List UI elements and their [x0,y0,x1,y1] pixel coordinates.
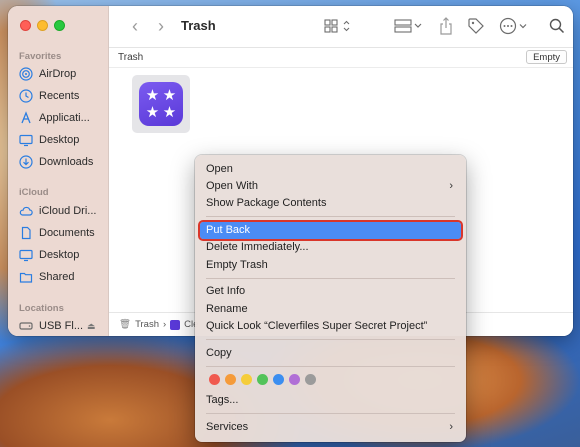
sidebar-item-label: Recents [39,90,80,102]
sidebar-item-label: Downloads [39,156,94,168]
menu-item-tags[interactable]: Tags... [200,392,461,409]
sidebar-section-locations: Locations [19,303,64,314]
menu-separator [206,216,455,217]
cloud-icon [19,204,33,218]
desktop-icon [19,248,33,262]
menu-separator [206,366,455,367]
chevron-right-icon: › [158,16,164,36]
menu-separator [206,339,455,340]
menu-item-open-with[interactable]: Open With › [200,178,461,195]
minimize-button[interactable] [37,20,48,31]
menu-item-put-back[interactable]: Put Back [198,220,463,241]
document-icon [19,226,33,240]
clock-icon [19,89,33,103]
path-separator: › [163,319,167,330]
sidebar-item-shared[interactable]: Shared [19,268,109,286]
menu-separator [206,413,455,414]
tag-color-dot[interactable] [273,374,284,385]
sidebar-item-label: USB Fl... [39,320,84,332]
tag-color-dot[interactable] [305,374,316,385]
sidebar-item-documents[interactable]: Documents [19,224,109,242]
tag-color-dot[interactable] [241,374,252,385]
window-title: Trash [181,18,216,33]
sidebar-item-label: Desktop [39,134,80,146]
sidebar-item-downloads[interactable]: Downloads [19,153,109,171]
menu-item-empty-trash[interactable]: Empty Trash [200,257,461,274]
group-button[interactable] [394,17,424,35]
sidebar-item-label: AirDrop [39,68,77,80]
path-item-trash[interactable]: Trash [135,319,159,330]
tag-color-row [209,374,316,385]
close-button[interactable] [20,20,31,31]
airdrop-icon [19,67,33,81]
menu-item-rename[interactable]: Rename [200,301,461,318]
menu-item-copy[interactable]: Copy [200,345,461,362]
tag-color-dot[interactable] [225,374,236,385]
action-menu-button[interactable] [499,17,529,35]
sidebar-item-desktop[interactable]: Desktop [19,131,109,149]
sidebar-item-label: iCloud Dri... [39,205,97,217]
sidebar-section-favorites: Favorites [19,51,62,62]
tag-color-dot[interactable] [209,374,220,385]
menu-item-get-info[interactable]: Get Info [200,283,461,300]
sidebar-item-usb-drive[interactable]: USB Fl... ⏏ [19,317,109,335]
chevron-right-icon: › [449,180,453,192]
menu-item-show-package-contents[interactable]: Show Package Contents [200,195,461,212]
trash-small-icon: 🗑 [119,319,132,330]
menu-item-open[interactable]: Open [200,161,461,178]
desktop-icon [19,133,33,147]
sidebar-item-applications[interactable]: Applicati... [19,109,109,127]
menu-item-delete-immediately[interactable]: Delete Immediately... [200,239,461,256]
toolbar: ‹ › Trash [109,6,573,48]
ellipsis-circle-icon [499,17,527,35]
grid-view-icon [324,19,350,33]
sidebar: Favorites AirDrop Recents Applicati... D… [8,6,109,336]
tag-color-dot[interactable] [289,374,300,385]
menu-item-services[interactable]: Services › [200,419,461,436]
menu-item-quick-look[interactable]: Quick Look “Cleverfiles Super Secret Pro… [200,318,461,335]
sidebar-item-label: Shared [39,271,75,283]
sidebar-item-icloud-drive[interactable]: iCloud Dri... [19,202,109,220]
context-menu: Open Open With › Show Package Contents P… [195,155,466,442]
sidebar-item-icloud-desktop[interactable]: Desktop [19,246,109,264]
app-icon: ★ ★ ★ ★ [139,82,183,126]
chevron-right-icon: › [449,421,453,433]
view-mode-button[interactable] [324,17,352,35]
drive-icon [19,319,33,333]
group-icon [394,19,422,33]
chevron-left-icon: ‹ [132,16,138,36]
location-label: Trash [118,52,144,63]
menu-separator [206,278,455,279]
download-icon [19,155,33,169]
zoom-button[interactable] [54,20,65,31]
tag-icon [468,18,484,34]
sidebar-item-recents[interactable]: Recents [19,87,109,105]
menu-item-label: Services [206,421,249,433]
location-header: Trash Empty [109,48,573,68]
file-item-selected[interactable]: ★ ★ ★ ★ [132,75,190,133]
tag-color-dot[interactable] [257,374,268,385]
share-icon [440,17,452,35]
search-button[interactable] [549,17,565,35]
forward-button[interactable]: › [151,16,171,36]
share-button[interactable] [439,17,453,35]
sidebar-section-icloud: iCloud [19,187,49,198]
sidebar-item-label: Applicati... [39,112,90,124]
window-controls [20,20,65,31]
shared-folder-icon [19,270,33,284]
back-button[interactable]: ‹ [125,16,145,36]
eject-icon[interactable]: ⏏ [87,321,96,332]
applications-icon [19,111,33,125]
sidebar-item-airdrop[interactable]: AirDrop [19,65,109,83]
sidebar-item-label: Desktop [39,249,80,261]
sidebar-item-label: Documents [39,227,95,239]
menu-item-label: Open With [206,180,258,192]
app-small-icon [170,319,181,330]
search-icon [549,18,565,34]
empty-trash-button[interactable]: Empty [526,50,567,64]
tags-button[interactable] [467,17,485,35]
